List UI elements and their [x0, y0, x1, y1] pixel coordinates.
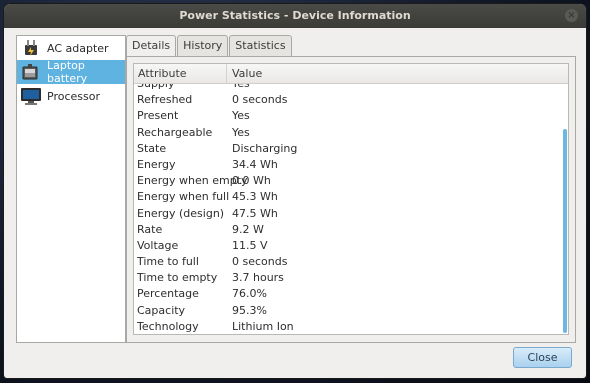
table-row[interactable]: Refreshed 0 seconds: [134, 92, 558, 108]
value-cell: 95.3%: [232, 303, 267, 317]
table-row[interactable]: Capacity 95.3%: [134, 303, 558, 319]
table-row[interactable]: Percentage 76.0%: [134, 286, 558, 302]
sidebar-item-ac-adapter[interactable]: AC adapter: [17, 36, 125, 60]
table-rows: SupplyYesRefreshed0 secondsPresentYesRec…: [134, 76, 558, 334]
value-cell: 9.2 W: [232, 222, 264, 236]
value-cell: 0 seconds: [232, 255, 288, 269]
value-cell: 47.5 Wh: [232, 206, 278, 220]
table-row[interactable]: Time to empty 3.7 hours: [134, 270, 558, 286]
ac-adapter-icon: [20, 37, 42, 59]
battery-icon: [20, 61, 42, 83]
attribute-table: SupplyYesRefreshed0 secondsPresentYesRec…: [133, 63, 569, 335]
sidebar-item-processor[interactable]: Processor: [17, 84, 125, 108]
tab-statistics[interactable]: Statistics: [229, 35, 292, 56]
table-row[interactable]: Energy when empty 0.0 Wh: [134, 173, 558, 189]
column-header-attribute[interactable]: Attribute: [138, 64, 227, 83]
tab-history[interactable]: History: [177, 35, 229, 56]
value-cell: Lithium Ion: [232, 319, 294, 333]
value-cell: 3.7 hours: [232, 271, 284, 285]
value-cell: 76.0%: [232, 287, 267, 301]
table-row[interactable]: State Discharging: [134, 141, 558, 157]
value-cell: 45.3 Wh: [232, 190, 278, 204]
title-bar[interactable]: Power Statistics - Device Information ×: [4, 4, 586, 28]
value-cell: Discharging: [232, 141, 298, 155]
attribute-cell: Energy (design): [137, 206, 225, 220]
attribute-cell: Refreshed: [137, 93, 193, 107]
scrollbar-thumb[interactable]: [563, 129, 567, 333]
attribute-cell: Percentage: [137, 287, 199, 301]
attribute-cell: Time to full: [137, 255, 199, 269]
attribute-cell: Rate: [137, 222, 163, 236]
close-button[interactable]: Close: [513, 347, 572, 368]
value-cell: 0.0 Wh: [232, 174, 271, 188]
table-row[interactable]: Energy (design) 47.5 Wh: [134, 206, 558, 222]
table-row[interactable]: Voltage 11.5 V: [134, 238, 558, 254]
attribute-cell: Voltage: [137, 238, 179, 252]
table-row[interactable]: Present Yes: [134, 108, 558, 124]
table-row[interactable]: Energy 34.4 Wh: [134, 157, 558, 173]
device-info-window: Power Statistics - Device Information × …: [4, 4, 586, 378]
table-header: Attribute Value: [134, 64, 568, 84]
attribute-cell: Energy when full: [137, 190, 230, 204]
table-row[interactable]: Energy when full 45.3 Wh: [134, 189, 558, 205]
attribute-cell: Rechargeable: [137, 125, 213, 139]
device-list: AC adapter Laptop battery Processor: [16, 35, 126, 343]
window-title: Power Statistics - Device Information: [179, 9, 411, 22]
table-row[interactable]: Rate 9.2 W: [134, 222, 558, 238]
attribute-cell: State: [137, 141, 167, 155]
value-cell: Yes: [232, 125, 250, 139]
column-header-value[interactable]: Value: [232, 64, 262, 83]
table-row[interactable]: Technology Lithium Ion: [134, 319, 558, 334]
value-cell: Yes: [232, 109, 250, 123]
sidebar-item-label: Laptop battery: [47, 59, 88, 85]
table-row[interactable]: Rechargeable Yes: [134, 125, 558, 141]
table-row[interactable]: Time to full 0 seconds: [134, 254, 558, 270]
attribute-cell: Present: [137, 109, 179, 123]
monitor-icon: [20, 85, 42, 107]
tab-details[interactable]: Details: [126, 35, 177, 57]
attribute-cell: Capacity: [137, 303, 186, 317]
sidebar-item-laptop-battery[interactable]: Laptop battery: [17, 59, 125, 85]
scrollbar[interactable]: [561, 84, 567, 333]
attribute-cell: Technology: [137, 319, 199, 333]
sidebar-item-label: Processor: [47, 89, 100, 103]
value-cell: 0 seconds: [232, 93, 288, 107]
sidebar-item-label: AC adapter: [47, 41, 109, 55]
value-cell: 11.5 V: [232, 238, 268, 252]
attribute-cell: Energy: [137, 157, 176, 171]
attribute-cell: Time to empty: [137, 271, 218, 285]
attribute-cell: Energy when empty: [137, 174, 248, 188]
tab-bar: Details History Statistics: [126, 35, 293, 57]
window-close-icon[interactable]: ×: [565, 9, 578, 22]
details-panel: SupplyYesRefreshed0 secondsPresentYesRec…: [126, 56, 576, 343]
value-cell: 34.4 Wh: [232, 157, 278, 171]
